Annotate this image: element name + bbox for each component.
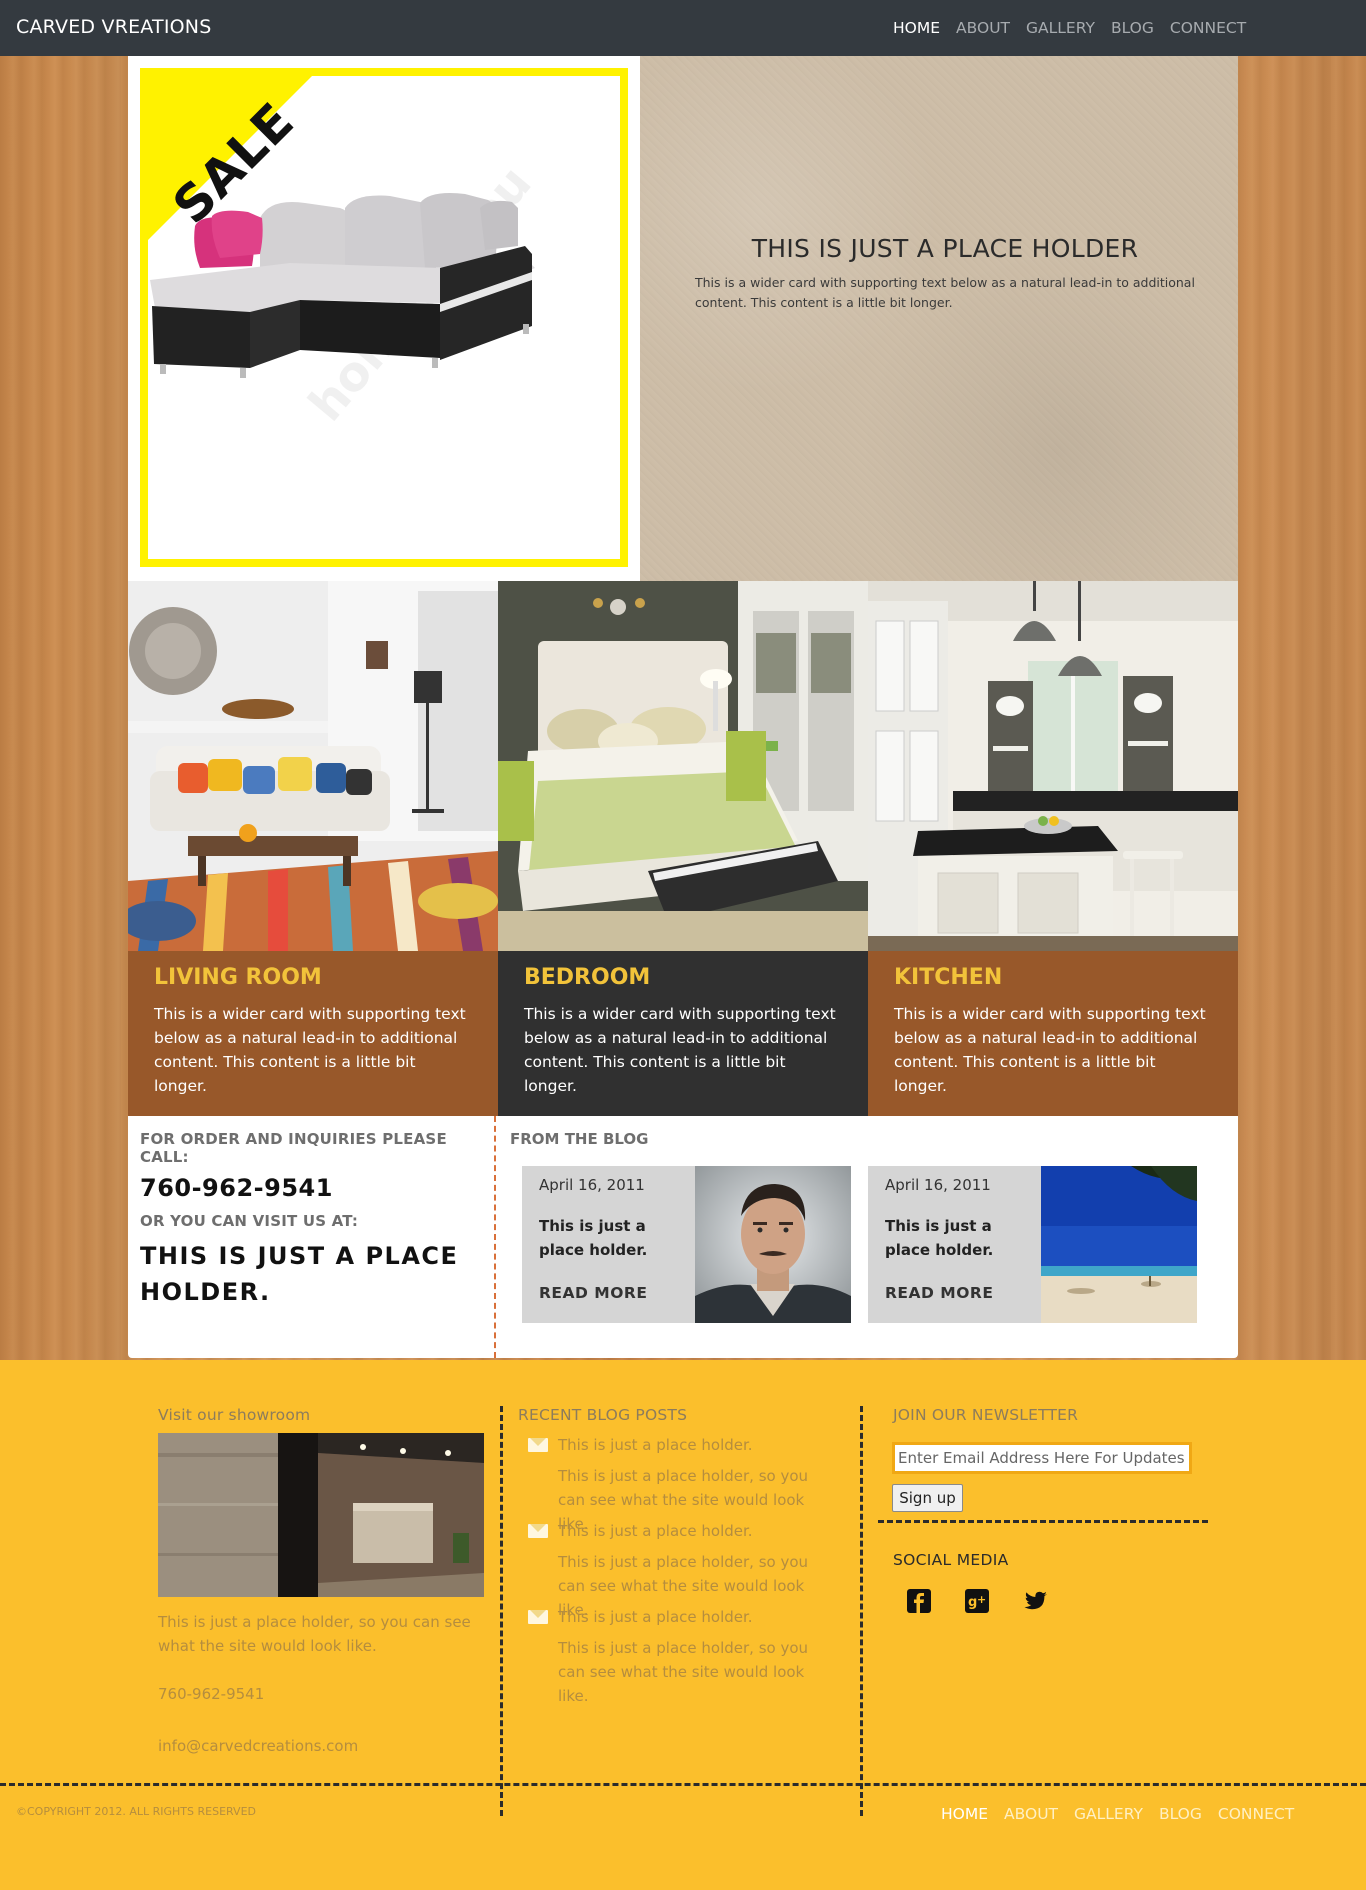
blog-post-card[interactable]: April 16, 2011 This is just a place hold… — [868, 1166, 1197, 1323]
newsletter-divider — [878, 1520, 1208, 1523]
sofa-image — [150, 193, 535, 378]
showroom-label: Visit our showroom — [158, 1406, 311, 1424]
living-room-image — [128, 581, 498, 951]
footer-email[interactable]: info@carvedcreations.com — [158, 1734, 358, 1758]
room-description: This is a wider card with supporting tex… — [894, 1005, 1206, 1095]
recent-post-body: This is just a place holder, so you can … — [558, 1639, 809, 1705]
room-description: This is a wider card with supporting tex… — [154, 1005, 466, 1095]
footer-nav-home[interactable]: HOME — [941, 1805, 988, 1823]
footer-nav-gallery[interactable]: GALLERY — [1074, 1805, 1143, 1823]
room-cards: LIVING ROOM This is a wider card with su… — [128, 581, 1238, 1116]
mail-icon — [528, 1524, 548, 1538]
facebook-icon[interactable] — [906, 1588, 932, 1614]
blog-post-text: April 16, 2011 This is just a place hold… — [522, 1166, 695, 1323]
blog-post-text: April 16, 2011 This is just a place hold… — [868, 1166, 1041, 1323]
hero-text-panel: THIS IS JUST A PLACE HOLDER This is a wi… — [640, 56, 1238, 581]
bedroom-image — [498, 581, 868, 951]
blog-heading: FROM THE BLOG — [510, 1130, 649, 1148]
blog-post-date: April 16, 2011 — [539, 1176, 645, 1194]
nav-link-blog[interactable]: BLOG — [1111, 19, 1154, 37]
room-card-body: KITCHEN This is a wider card with suppor… — [868, 951, 1238, 1116]
blog-post-thumbnail-beach — [1041, 1166, 1197, 1323]
showroom-image — [158, 1433, 484, 1597]
room-card-body: LIVING ROOM This is a wider card with su… — [128, 951, 498, 1116]
read-more-link[interactable]: READ MORE — [885, 1284, 1024, 1302]
sale-banner[interactable]: SALE homebyyou — [128, 56, 640, 581]
showroom-description: This is just a place holder, so you can … — [158, 1613, 471, 1655]
sale-frame: SALE homebyyou — [140, 68, 628, 567]
footer-nav-about[interactable]: ABOUT — [1004, 1805, 1058, 1823]
room-card-body: BEDROOM This is a wider card with suppor… — [498, 951, 868, 1116]
svg-text:+: + — [977, 1593, 986, 1606]
recent-posts-label: RECENT BLOG POSTS — [518, 1406, 688, 1424]
google-plus-icon[interactable]: g + — [964, 1588, 990, 1614]
room-title: KITCHEN — [894, 965, 1003, 990]
blog-post-title: This is just a place holder. — [539, 1217, 648, 1259]
recent-post-title: This is just a place holder. — [558, 1522, 753, 1540]
footer-divider — [500, 1406, 503, 1816]
contact-address: THIS IS JUST A PLACE HOLDER. — [140, 1242, 459, 1306]
room-title: LIVING ROOM — [154, 965, 322, 990]
footer-nav: HOME ABOUT GALLERY BLOG CONNECT — [941, 1805, 1294, 1823]
contact-card: FOR ORDER AND INQUIRIES PLEASE CALL: 760… — [128, 1116, 496, 1358]
footer-bottom-divider — [0, 1783, 1366, 1786]
nav-link-gallery[interactable]: GALLERY — [1026, 19, 1095, 37]
social-media-label: SOCIAL MEDIA — [893, 1551, 1009, 1569]
hero-description: This is a wider card with supporting tex… — [695, 275, 1195, 310]
brand-logo[interactable]: CARVED VREATIONS — [16, 16, 211, 38]
newsletter-label: JOIN OUR NEWSLETTER — [893, 1406, 1079, 1424]
svg-text:g: g — [968, 1595, 977, 1610]
room-card-living-room[interactable]: LIVING ROOM This is a wider card with su… — [128, 581, 498, 1116]
room-card-kitchen[interactable]: KITCHEN This is a wider card with suppor… — [868, 581, 1238, 1116]
nav-link-connect[interactable]: CONNECT — [1170, 19, 1246, 37]
order-label: FOR ORDER AND INQUIRIES PLEASE CALL: — [140, 1130, 447, 1166]
mail-icon — [528, 1610, 548, 1624]
copyright-text: ©COPYRIGHT 2012. ALL RIGHTS RESERVED — [16, 1805, 257, 1818]
signup-button[interactable]: Sign up — [892, 1484, 963, 1512]
footer-phone[interactable]: 760-962-9541 — [158, 1682, 264, 1706]
room-card-bedroom[interactable]: BEDROOM This is a wider card with suppor… — [498, 581, 868, 1116]
kitchen-image — [868, 581, 1238, 951]
blog-post-date: April 16, 2011 — [885, 1176, 991, 1194]
blog-post-card[interactable]: April 16, 2011 This is just a place hold… — [522, 1166, 851, 1323]
read-more-link[interactable]: READ MORE — [539, 1284, 678, 1302]
blog-post-title: This is just a place holder. — [885, 1217, 994, 1259]
footer-nav-blog[interactable]: BLOG — [1159, 1805, 1202, 1823]
blog-card: FROM THE BLOG April 16, 2011 This is jus… — [496, 1116, 1238, 1358]
visit-label: OR YOU CAN VISIT US AT: — [140, 1212, 359, 1230]
nav-links: HOME ABOUT GALLERY BLOG CONNECT — [893, 19, 1246, 37]
mail-icon — [528, 1438, 548, 1452]
footer-divider — [860, 1406, 863, 1816]
room-description: This is a wider card with supporting tex… — [524, 1005, 836, 1095]
room-title: BEDROOM — [524, 965, 651, 990]
newsletter-email-input[interactable] — [892, 1442, 1192, 1474]
hero-section: SALE homebyyou — [128, 56, 1238, 581]
top-navbar: CARVED VREATIONS HOME ABOUT GALLERY BLOG… — [0, 0, 1366, 56]
nav-link-about[interactable]: ABOUT — [956, 19, 1010, 37]
footer-nav-connect[interactable]: CONNECT — [1218, 1805, 1294, 1823]
hero-title: THIS IS JUST A PLACE HOLDER — [751, 234, 1139, 263]
recent-post-title: This is just a place holder. — [558, 1436, 753, 1454]
blog-post-thumbnail-portrait — [695, 1166, 851, 1323]
recent-post-title: This is just a place holder. — [558, 1608, 753, 1626]
contact-phone[interactable]: 760-962-9541 — [140, 1174, 482, 1202]
nav-link-home[interactable]: HOME — [893, 19, 940, 37]
site-footer: Visit our showroom This is just a place … — [0, 1360, 1366, 1890]
twitter-icon[interactable] — [1023, 1588, 1049, 1614]
blog-items: April 16, 2011 This is just a place hold… — [522, 1166, 1197, 1323]
